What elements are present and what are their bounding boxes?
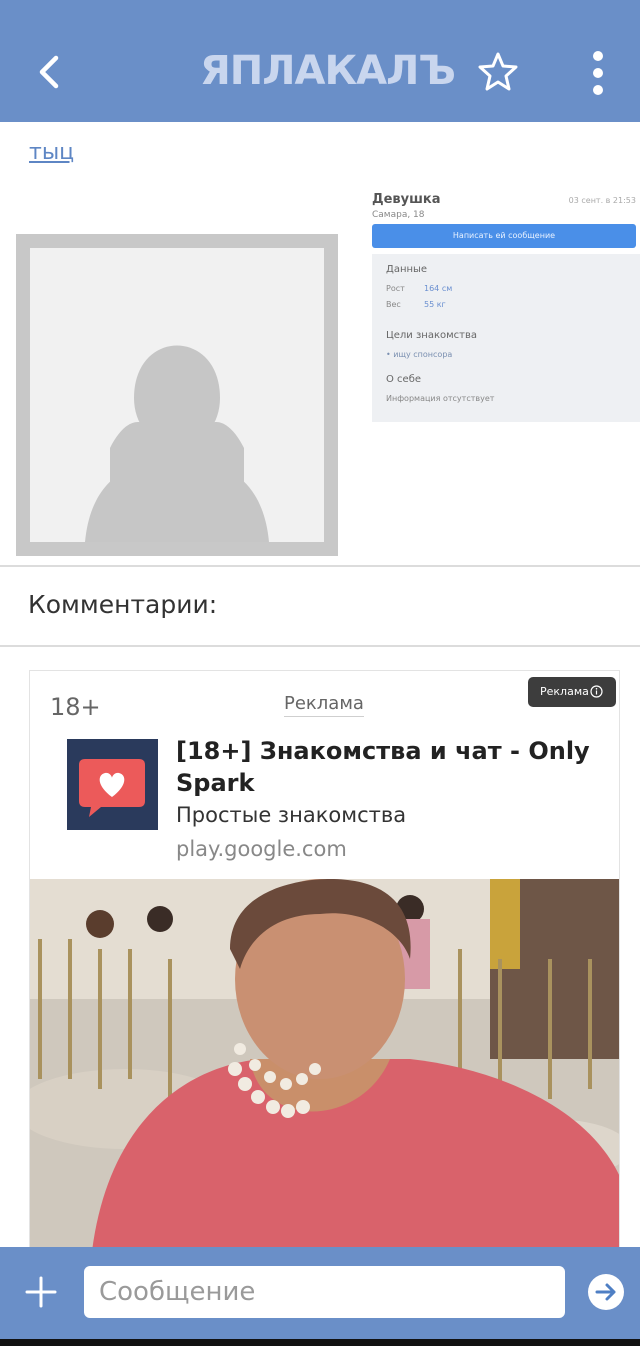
back-button[interactable] [30,52,70,92]
profile-about-heading: О себе [386,374,422,385]
profile-details-panel: Данные Рост 164 см Вес 55 кг Цели знаком… [372,254,640,422]
plus-icon [25,1276,57,1308]
more-menu-button[interactable] [584,50,612,96]
comments-heading: Комментарии: [28,590,218,619]
profile-about-text: Информация отсутствует [386,394,495,403]
site-logo[interactable]: ЯПЛАКАЛЪ [200,48,456,94]
chevron-left-icon [39,55,59,89]
top-app-bar: ЯПЛАКАЛЪ [0,14,640,122]
heart-chat-icon [79,759,145,817]
favorite-button[interactable] [476,50,520,94]
female-avatar-icon [85,345,269,542]
ad-info-chip[interactable]: Реклама [528,677,616,707]
profile-date: 03 сент. в 21:53 [568,196,636,205]
ad-description: Простые знакомства [176,803,407,827]
profile-screenshot: Девушка Самара, 18 03 сент. в 21:53 Напи… [370,186,640,422]
ad-chip-label: Реклама [540,685,589,698]
height-value: 164 см [424,284,453,293]
send-button[interactable] [588,1274,624,1310]
message-input[interactable] [84,1266,565,1318]
attach-button[interactable] [24,1275,58,1309]
ad-domain: play.google.com [176,837,347,861]
ad-app-icon[interactable] [67,739,158,830]
ad-image[interactable] [30,879,619,1269]
weight-value: 55 кг [424,300,446,309]
profile-goals-heading: Цели знакомства [386,330,478,341]
status-bar [0,0,640,14]
profile-name: Девушка [372,192,441,207]
ad-photo-woman [30,879,619,1269]
goal-item: • ищу спонсора [386,350,453,359]
system-nav-bar [0,1339,640,1346]
more-vertical-icon [593,51,603,95]
ad-label: Реклама [284,693,364,717]
divider [0,645,640,647]
post-link[interactable]: тыц [29,140,74,165]
ad-banner[interactable]: 18+ Реклама Реклама [18+] Знакомства и ч… [29,670,620,1270]
height-label: Рост [386,284,405,293]
ad-age-rating: 18+ [50,693,101,721]
divider [0,565,640,567]
profile-message-button: Написать ей сообщение [372,224,636,248]
profile-data-heading: Данные [386,264,428,275]
goal-item-text: ищу спонсора [393,350,453,359]
info-icon [590,685,603,698]
profile-city: Самара, 18 [372,210,425,220]
star-icon [478,52,518,91]
profile-photo-placeholder [16,234,338,556]
send-arrow-icon [595,1283,616,1301]
message-composer-bar [0,1247,640,1339]
ad-title[interactable]: [18+] Знакомства и чат - Only Spark [176,735,606,799]
weight-label: Вес [386,300,401,309]
